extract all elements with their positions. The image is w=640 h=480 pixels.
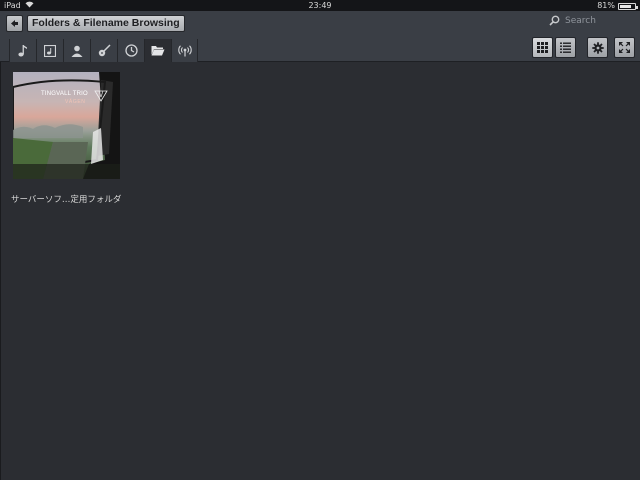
list-view-icon bbox=[560, 42, 571, 53]
tab-genres[interactable] bbox=[90, 39, 117, 62]
fullscreen-button[interactable] bbox=[614, 37, 635, 58]
battery-icon bbox=[618, 3, 638, 10]
page-title: Folders & Filename Browsing bbox=[27, 15, 185, 32]
cover-subtitle: VÄGEN bbox=[65, 99, 86, 105]
grid-view-icon bbox=[537, 42, 548, 53]
category-tabs bbox=[9, 39, 198, 62]
tab-recent[interactable] bbox=[117, 39, 144, 62]
guitar-icon bbox=[98, 44, 111, 57]
settings-button[interactable] bbox=[587, 37, 608, 58]
tab-albums[interactable] bbox=[36, 39, 63, 62]
tab-folders[interactable] bbox=[144, 39, 171, 62]
folder-icon bbox=[151, 46, 165, 56]
cover-title: TINGVALL TRIO bbox=[41, 91, 88, 97]
status-time: 23:49 bbox=[308, 1, 332, 10]
status-bar: iPad 23:49 81% bbox=[0, 0, 640, 11]
cover-artwork bbox=[13, 72, 120, 179]
clock-icon bbox=[124, 44, 138, 57]
search-icon bbox=[549, 15, 560, 26]
battery-fill bbox=[620, 5, 632, 8]
battery-percent: 81% bbox=[597, 1, 615, 10]
tab-artists[interactable] bbox=[63, 39, 90, 62]
search-placeholder: Search bbox=[565, 15, 596, 26]
folder-grid: TINGVALL TRIO VÄGEN サーバーソフ…定用フォルダ bbox=[0, 62, 640, 480]
tab-songs[interactable] bbox=[9, 39, 36, 62]
top-toolbar: Folders & Filename Browsing Search bbox=[0, 11, 640, 62]
music-note-icon bbox=[18, 45, 27, 57]
arrow-left-icon bbox=[11, 20, 18, 27]
folder-item-label: サーバーソフ…定用フォルダ bbox=[11, 195, 122, 205]
status-right: 81% bbox=[597, 0, 638, 11]
fullscreen-icon bbox=[619, 42, 630, 53]
radio-icon bbox=[177, 44, 192, 56]
list-view-button[interactable] bbox=[555, 37, 576, 58]
back-button[interactable] bbox=[6, 15, 23, 32]
album-cover: TINGVALL TRIO VÄGEN bbox=[13, 72, 120, 179]
artist-icon bbox=[71, 45, 83, 57]
settings-gear-icon bbox=[591, 41, 604, 54]
search-field[interactable]: Search bbox=[549, 15, 596, 26]
tab-radio[interactable] bbox=[171, 39, 198, 62]
album-icon bbox=[44, 44, 56, 57]
grid-view-button[interactable] bbox=[532, 37, 553, 58]
